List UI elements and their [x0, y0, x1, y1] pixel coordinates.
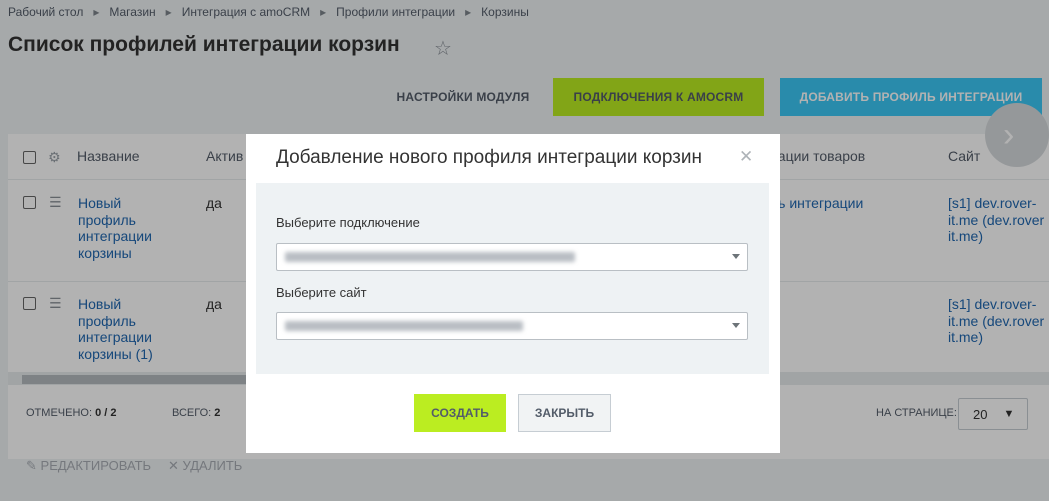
create-button[interactable]: СОЗДАТЬ	[414, 394, 506, 432]
connection-label: Выберите подключение	[276, 215, 420, 230]
close-button[interactable]: ЗАКРЫТЬ	[518, 394, 611, 432]
blurred-value	[285, 321, 523, 331]
dialog-body: Выберите подключение Выберите сайт	[256, 183, 769, 374]
site-label: Выберите сайт	[276, 285, 367, 300]
chevron-down-icon	[732, 323, 740, 328]
add-profile-dialog: Добавление нового профиля интеграции кор…	[246, 134, 780, 453]
close-icon[interactable]: ✕	[739, 147, 753, 167]
site-select[interactable]	[276, 312, 748, 340]
connection-select[interactable]	[276, 243, 748, 271]
dialog-title: Добавление нового профиля интеграции кор…	[276, 147, 702, 168]
blurred-value	[285, 252, 575, 262]
chevron-down-icon	[732, 254, 740, 259]
